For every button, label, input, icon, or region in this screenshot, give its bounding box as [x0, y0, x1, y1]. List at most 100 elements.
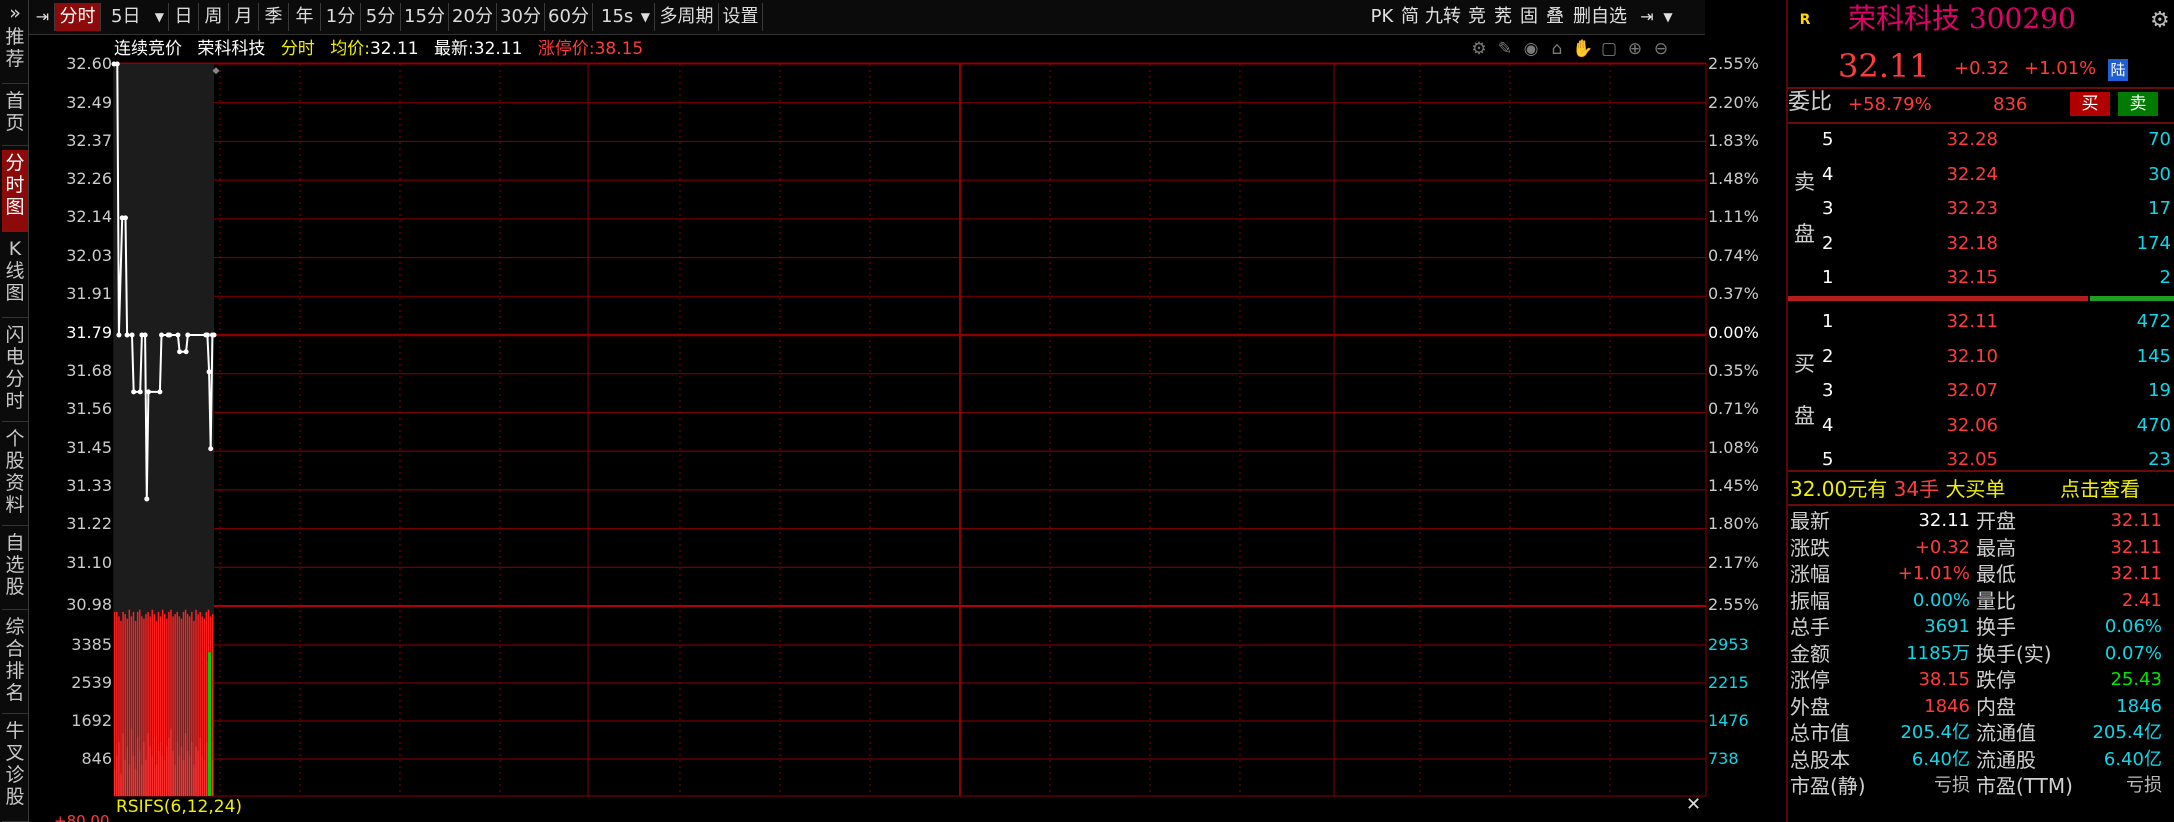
fix-button[interactable]: 固	[1517, 3, 1541, 31]
bid-price[interactable]: 32.11	[1898, 309, 1998, 335]
overlay-button[interactable]: 叠	[1543, 3, 1567, 31]
price-tick-base: 31.79	[66, 323, 112, 342]
period-30min[interactable]: 30分	[497, 3, 545, 31]
volume-bar	[139, 751, 141, 796]
volume-bar	[168, 737, 170, 796]
indicator-name[interactable]: RSIFS(6,12,24)	[116, 798, 242, 816]
volume-tick: 738	[1708, 749, 1739, 768]
bid-price[interactable]: 32.06	[1898, 413, 1998, 439]
tab-stock-profile[interactable]: 个股资料	[2, 426, 28, 526]
period-60min[interactable]: 60分	[545, 3, 593, 31]
big-order-alert[interactable]: 32.00元有 34手 大买单	[1790, 476, 2005, 502]
period-month[interactable]: 月	[229, 3, 259, 31]
price-tick: 31.68	[66, 361, 112, 380]
pct-tick: 2.17%	[1708, 553, 1759, 572]
chip-button[interactable]: 茺	[1491, 3, 1515, 31]
tab-ranking[interactable]: 综合排名	[2, 614, 28, 714]
stat-value: 32.11	[2110, 510, 2162, 531]
price-point	[175, 332, 181, 338]
volume-bar	[195, 609, 197, 796]
period-5min[interactable]: 5分	[361, 3, 401, 31]
weicha-value: 836	[1993, 94, 2028, 115]
pk-button[interactable]: PK	[1367, 3, 1397, 31]
simple-button[interactable]: 简	[1399, 3, 1421, 31]
eye-icon[interactable]: ◉	[1520, 38, 1542, 60]
remove-watchlist-button[interactable]: 删自选	[1569, 3, 1631, 31]
volume-bar	[166, 618, 168, 796]
period-day[interactable]: 日	[169, 3, 199, 31]
volume-bar	[136, 611, 139, 796]
volume-bar	[209, 616, 212, 796]
tab-watchlist[interactable]: 自选股	[2, 530, 28, 610]
buy-button[interactable]: 买	[2070, 92, 2110, 116]
period-year[interactable]: 年	[289, 3, 321, 31]
ask-price[interactable]: 32.23	[1898, 196, 1998, 222]
bid-price[interactable]: 32.10	[1898, 344, 1998, 370]
period-20min[interactable]: 20分	[449, 3, 497, 31]
volume-bar	[157, 751, 160, 796]
volume-bar	[174, 614, 176, 796]
volume-bar	[170, 728, 172, 796]
tab-diagnosis[interactable]: 牛叉诊股	[2, 718, 28, 822]
tab-flash-timeshare[interactable]: 闪电分时	[2, 322, 28, 422]
period-quarter[interactable]: 季	[259, 3, 289, 31]
ask-price[interactable]: 32.24	[1898, 162, 1998, 188]
period-15s[interactable]: 15s ▼	[593, 3, 655, 31]
zoom-in-icon[interactable]: ⊕	[1624, 38, 1646, 60]
ask-level: 1	[1822, 267, 1834, 288]
volume-bar	[161, 755, 164, 796]
settings-gear-icon[interactable]: ⚙	[1468, 38, 1490, 60]
sell-button[interactable]: 卖	[2118, 92, 2158, 116]
price-point	[177, 349, 183, 355]
close-indicator-icon[interactable]: ✕	[1686, 796, 1701, 814]
bid-price[interactable]: 32.07	[1898, 378, 1998, 404]
settings-button[interactable]: 设置	[719, 3, 763, 31]
volume-bar	[178, 755, 181, 796]
ask-price[interactable]: 32.28	[1898, 127, 1998, 153]
period-week[interactable]: 周	[199, 3, 229, 31]
left-tab-bar: » 推荐 首页 分时图 K线图 闪电分时 个股资料 自选股 综合排名 牛叉诊股	[0, 0, 29, 822]
view-detail-link[interactable]: 点击查看	[2060, 476, 2140, 502]
gear-icon[interactable]: ⚙	[2150, 8, 2170, 34]
volume-bar	[157, 611, 160, 796]
collapse-sidebar-icon[interactable]: »	[2, 0, 28, 24]
period-5day[interactable]: 5日 ▼	[105, 3, 169, 31]
bid-level: 4	[1822, 414, 1834, 436]
tab-recommend[interactable]: 推荐	[2, 24, 28, 84]
period-intraday[interactable]: 分时	[55, 3, 101, 31]
ask-price[interactable]: 32.15	[1898, 265, 1998, 291]
volume-bar	[126, 746, 128, 796]
price-point	[209, 332, 215, 338]
tab-kline[interactable]: K线图	[2, 236, 28, 318]
auction-button[interactable]: 竞	[1465, 3, 1489, 31]
stat-value: 38.15	[1918, 669, 1970, 690]
nine-turn-button[interactable]: 九转	[1423, 3, 1463, 31]
bank-icon[interactable]: ⌂	[1546, 38, 1568, 60]
volume-tick: 2953	[1708, 635, 1749, 654]
zoom-out-icon[interactable]: ⊖	[1650, 38, 1672, 60]
ask-price[interactable]: 32.18	[1898, 231, 1998, 257]
pin-icon[interactable]: ⇥	[31, 3, 55, 31]
price-tick: 31.91	[66, 284, 112, 303]
volume-bar	[207, 661, 210, 796]
volume-bar	[145, 614, 147, 796]
price-tick: 31.10	[66, 553, 112, 572]
tab-timeshare[interactable]: 分时图	[2, 150, 28, 232]
tab-home[interactable]: 首页	[2, 88, 28, 146]
volume-bar	[174, 764, 176, 796]
volume-bar	[203, 618, 206, 796]
dropdown-icon[interactable]: ▼	[1659, 3, 1677, 31]
draw-pen-icon[interactable]: ✎	[1494, 38, 1516, 60]
period-15min[interactable]: 15分	[401, 3, 449, 31]
hand-icon[interactable]: ✋	[1572, 38, 1594, 60]
volume-bar	[168, 611, 170, 796]
pin-right-icon[interactable]: ⇥	[1635, 3, 1659, 31]
lock-icon[interactable]: ▢	[1598, 38, 1620, 60]
weibi-value: +58.79%	[1848, 94, 1932, 115]
pct-tick: 1.83%	[1708, 131, 1759, 150]
multi-period-button[interactable]: 多周期	[655, 3, 719, 31]
pct-tick: 0.71%	[1708, 399, 1759, 418]
price-point	[122, 215, 128, 221]
stat-label: 开盘	[1976, 509, 2016, 533]
period-1min[interactable]: 1分	[321, 3, 361, 31]
